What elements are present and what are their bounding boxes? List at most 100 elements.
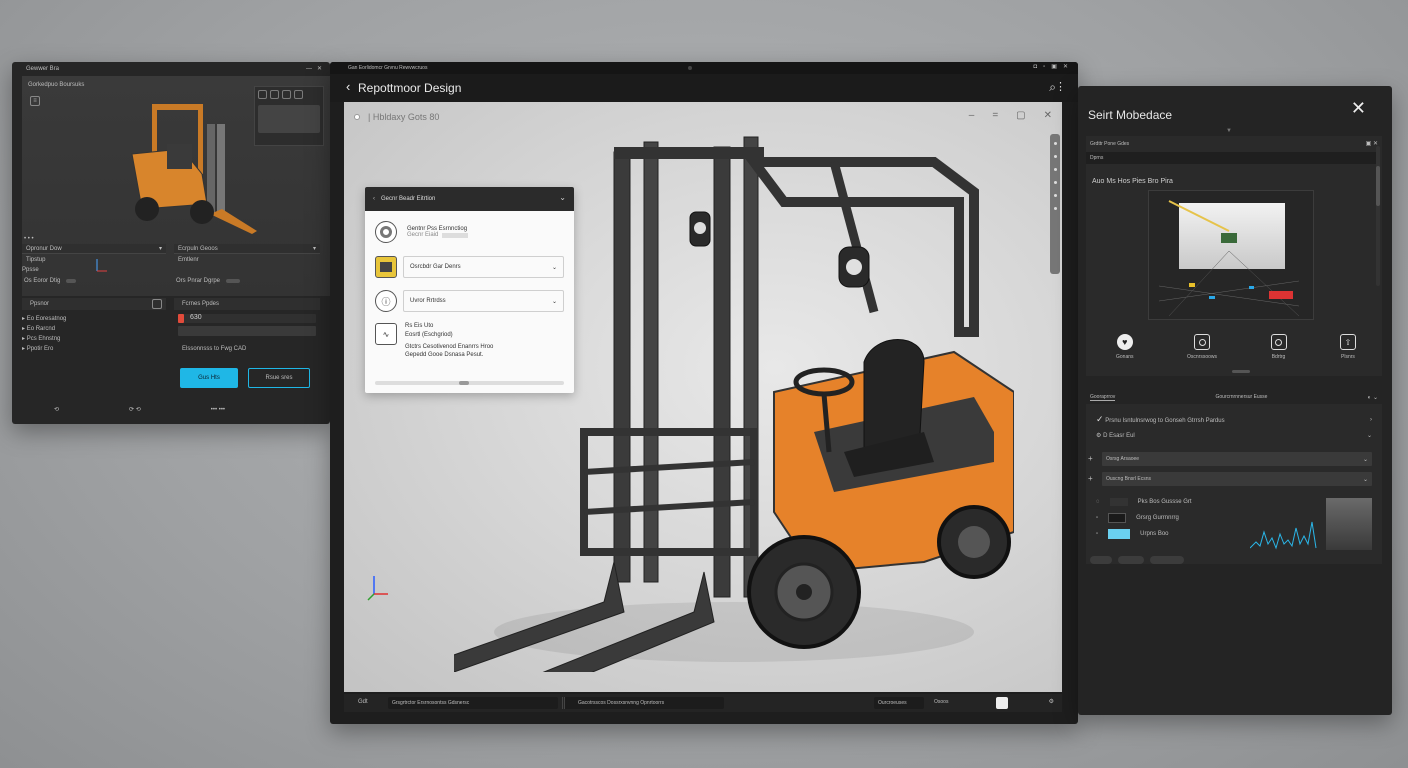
main-3d-viewport[interactable]: | Hbldaxy Gots 80 – = ▢ ✕ ‹ Gecnr Beadr … (344, 102, 1062, 692)
minimize-icon[interactable]: ▫ (1043, 64, 1045, 70)
gradient-swatch[interactable] (1326, 498, 1372, 550)
tab-right[interactable]: Gourcrnrnnersur Eusse (1216, 394, 1268, 400)
action-gonans[interactable]: ♥ Gonans (1116, 334, 1134, 360)
list-b-item[interactable]: Ors Pnrar Dgrpe (176, 278, 241, 284)
tree-header[interactable]: Ppsnor (22, 298, 166, 310)
maximize-icon[interactable]: ▣ (1051, 63, 1057, 70)
tab-left[interactable]: Gooraprrov (1090, 394, 1116, 401)
props-scrollbar[interactable] (375, 381, 564, 385)
expand-icon[interactable] (152, 299, 162, 309)
add-icon[interactable]: + (1088, 474, 1093, 483)
select-dropdown-1[interactable]: Osrcbdr Gar Denrs ⌄ (403, 256, 564, 278)
minimize-icon[interactable]: – (969, 110, 975, 121)
more-icon[interactable]: ••• ••• (211, 407, 225, 413)
layer-row[interactable]: ▫ Grsrg Gurrnnrrg (1096, 510, 1192, 526)
preview-crumb-row: Grdttr Pone Gdes ▣ ✕ (1090, 140, 1378, 148)
layers-icon[interactable]: ≡ (30, 96, 40, 106)
settings-row[interactable]: Osrsg Arsaoee ⌄ (1102, 452, 1372, 466)
settings-row[interactable]: ✓ Prsnu Isntulnsrwog to Gonseh Gtrrsh Pa… (1096, 414, 1372, 425)
action-bdrtrg[interactable]: Bdrtrg (1270, 334, 1287, 360)
camera-dot (688, 66, 692, 70)
tree-item[interactable]: ▸ Eo Eoresatnog (22, 315, 66, 325)
tool-icon-3[interactable] (282, 90, 291, 99)
settings-row[interactable]: Ouscng Bnsrl Ecsns ⌄ (1102, 472, 1372, 486)
main-topbar-text: Gan Eorlidomcr Grvnu Rewvwcruos (348, 65, 428, 71)
image-icon (375, 256, 397, 278)
left-window-titlebar: Gewwer Bra (26, 66, 59, 72)
pill-button[interactable] (1118, 556, 1144, 564)
maximize-icon[interactable]: ▢ (1016, 110, 1025, 121)
close-icon[interactable]: ✕ (1044, 110, 1052, 121)
select-dropdown-2[interactable]: Uvror Rrtrdss ⌄ (403, 290, 564, 312)
action-oscnrssoows[interactable]: Oscnrssoows (1187, 334, 1217, 360)
tree-item[interactable]: ▸ Ppotir Ero (22, 345, 66, 355)
settings-row[interactable]: ⚙ D Esasr Eul ⌄ (1096, 432, 1372, 439)
pill-button[interactable] (1090, 556, 1112, 564)
layer-list: ◌ Pks Bos Gussse Grt ▫ Grsrg Gurrnnrrg ▫… (1096, 494, 1192, 542)
props-item-select-1[interactable]: Osrcbdr Gar Denrs ⌄ (375, 256, 564, 278)
tool-icon-4[interactable] (294, 90, 303, 99)
layer-row[interactable]: ◌ Pks Bos Gussse Grt (1096, 494, 1192, 510)
tool-icon-2[interactable] (270, 90, 279, 99)
list-a-header[interactable]: Opronur Dow ▾ (22, 244, 166, 254)
back-icon[interactable]: ‹ (373, 196, 375, 202)
scene-wireframe (1158, 200, 1300, 317)
viewport-caption: | Hbldaxy Gots 80 (368, 112, 440, 122)
left-3d-viewport[interactable]: Gorkedpuo Boursuks ≡ (22, 76, 330, 296)
settings-icon[interactable]: ⚙ (1049, 698, 1054, 705)
check-icon: ✓ (1096, 414, 1104, 424)
status-field-2[interactable]: Gacotrsscos Dossrxsnvnng Opnrtoorrs (574, 697, 724, 709)
tree-item[interactable]: ▸ Eo Rarcnd (22, 325, 66, 335)
toolbar-dot[interactable] (1053, 207, 1057, 210)
toolbar-dot[interactable] (1053, 181, 1057, 184)
value-field[interactable]: 630 (178, 314, 316, 323)
props-item-select-2[interactable]: ⓘ Uvror Rrtrdss ⌄ (375, 290, 564, 312)
status-field-3[interactable]: Ourcroeuses (874, 697, 924, 709)
properties-panel-header[interactable]: ‹ Gecnr Beadr Eitrtion ⌄ (365, 187, 574, 211)
more-vertical-icon[interactable]: ⋮ (1055, 80, 1066, 93)
close-icon[interactable]: ✕ (317, 65, 322, 72)
back-chevron-icon[interactable]: ‹ (346, 79, 350, 94)
primary-button[interactable]: Gus Hts (180, 368, 238, 388)
toolbar-dot[interactable] (1053, 155, 1057, 158)
tool-icon-1[interactable] (258, 90, 267, 99)
pill-button[interactable] (1150, 556, 1184, 564)
restore-icon[interactable]: = (992, 110, 998, 121)
share-icon: ⇧ (1339, 334, 1356, 350)
list-b-header[interactable]: Ecrpuln Geoos ▾ (174, 244, 320, 254)
toolbar-dot[interactable] (1053, 168, 1057, 171)
props-item-material[interactable]: Gentnr Pss Esrnnctiog Gecnr Eiaid (375, 221, 564, 243)
viewport-side-toolbar[interactable] (1050, 134, 1060, 274)
tab-controls[interactable]: ◐ ⌄ (1368, 394, 1378, 401)
footer-controls[interactable]: ⟳ ⟲ (129, 406, 141, 413)
add-icon[interactable]: + (1088, 454, 1093, 463)
status-field-1[interactable]: Grsgrtrctor Ersrnosontss Gdsnersc (388, 697, 558, 709)
layer-row[interactable]: ▫ Urpns Boo (1096, 526, 1192, 542)
tree-list: ▸ Eo Eoresatnog ▸ Eo Rarcnd ▸ Pcs Ehnstn… (22, 315, 66, 355)
layer-visibility-icon: ◌ (1096, 499, 1100, 505)
toggle-switch[interactable] (226, 279, 241, 283)
chevron-down-icon: ⌄ (1362, 456, 1368, 463)
close-icon[interactable]: ✕ (1351, 98, 1366, 119)
close-icon[interactable]: ✕ (1063, 63, 1068, 70)
list-a-item[interactable]: Os Eoror Dtig (24, 278, 77, 284)
record-icon[interactable] (354, 114, 360, 120)
secondary-button[interactable]: Rsue sres (248, 368, 310, 388)
viewport-caption-row: | Hbldaxy Gots 80 (354, 112, 439, 122)
toggle-switch[interactable] (66, 279, 77, 283)
scene-preview[interactable] (1148, 190, 1314, 320)
toolbar-dot[interactable] (1053, 142, 1057, 145)
preview-scrollbar[interactable] (1376, 146, 1380, 286)
tree-item[interactable]: ▸ Pcs Ehnstng (22, 335, 66, 345)
toolbar-dot[interactable] (1053, 194, 1057, 197)
back-icon[interactable]: ⟲ (54, 406, 59, 413)
status-toggle-button[interactable] (996, 697, 1008, 709)
caret-down-icon: ▼ (1226, 128, 1232, 134)
minimize-icon[interactable]: — (306, 66, 312, 72)
left-viewport-dots: • • • (24, 236, 34, 242)
left-window-controls: — ✕ (306, 65, 322, 73)
action-plsnrs[interactable]: ⇧ Plsnrs (1339, 334, 1356, 360)
slider-track[interactable] (178, 326, 316, 336)
chevron-down-icon[interactable]: ⌄ (559, 193, 566, 202)
settings-icon[interactable]: ◘ (1034, 64, 1038, 70)
